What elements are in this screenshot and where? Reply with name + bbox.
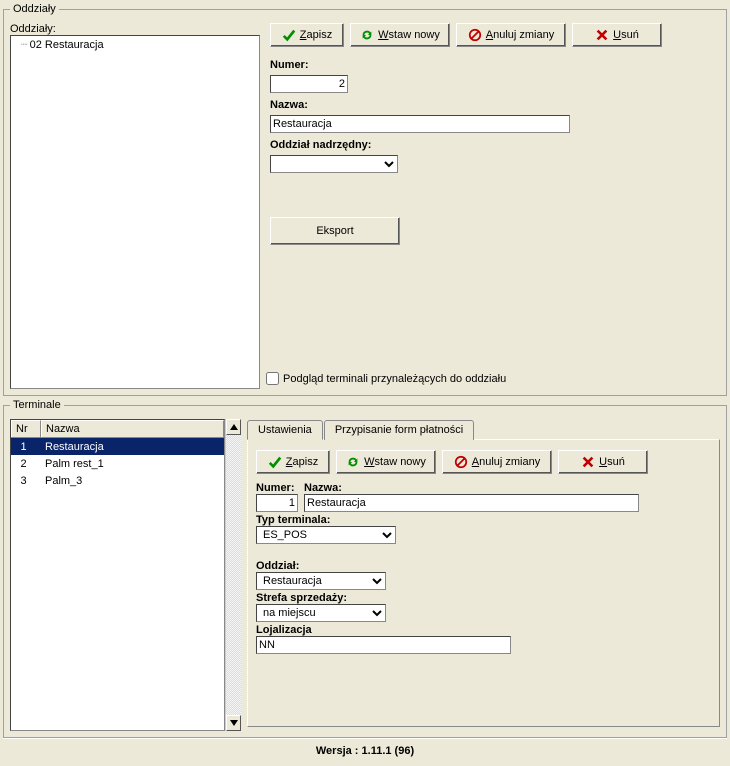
typ-terminala-label: Typ terminala: xyxy=(256,514,711,526)
zapisz-label: Zapisz xyxy=(300,29,332,41)
nazwa-label: Nazwa: xyxy=(270,99,720,111)
row-nazwa: Restauracja xyxy=(41,441,224,453)
zapisz-button[interactable]: Zapisz xyxy=(270,23,344,47)
oddzialy-group: Oddziały Oddziały: ┈ 02 Restauracja xyxy=(3,3,727,396)
terminale-list[interactable]: Nr Nazwa 1Restauracja2Palm rest_13Palm_3 xyxy=(10,419,225,731)
typ-terminala-select[interactable]: ES_POS xyxy=(256,526,396,544)
term-numer-input[interactable] xyxy=(256,494,298,512)
wstaw-nowy-button[interactable]: Wstaw nowy xyxy=(350,23,450,47)
table-row[interactable]: 1Restauracja xyxy=(11,438,224,455)
cancel-icon xyxy=(454,455,468,469)
term-oddzial-label: Oddział: xyxy=(256,560,711,572)
row-nazwa: Palm rest_1 xyxy=(41,458,224,470)
nazwa-input[interactable] xyxy=(270,115,570,133)
row-nazwa: Palm_3 xyxy=(41,475,224,487)
wstaw-label: Wstaw nowy xyxy=(378,29,440,41)
usun-label: Usuń xyxy=(613,29,639,41)
numer-input[interactable] xyxy=(270,75,348,93)
row-nr: 1 xyxy=(11,441,41,453)
term-oddzial-select[interactable]: Restauracja xyxy=(256,572,386,590)
scroll-track[interactable] xyxy=(226,435,241,715)
lojalizacja-input[interactable] xyxy=(256,636,511,654)
delete-icon xyxy=(595,28,609,42)
tree-item-label: 02 Restauracja xyxy=(30,39,104,51)
eksport-label: Eksport xyxy=(316,225,353,237)
term-numer-label: Numer: xyxy=(256,482,298,494)
term-nazwa-input[interactable] xyxy=(304,494,639,512)
numer-label: Numer: xyxy=(270,59,720,71)
table-row[interactable]: 3Palm_3 xyxy=(11,472,224,489)
usun-button[interactable]: Usuń xyxy=(572,23,662,47)
tree-connector-icon: ┈ xyxy=(21,38,27,51)
anuluj-zmiany-button[interactable]: Anuluj zmiany xyxy=(456,23,566,47)
tab-ustawienia[interactable]: Ustawienia xyxy=(247,420,323,440)
row-nr: 2 xyxy=(11,458,41,470)
anuluj-label: Anuluj zmiany xyxy=(486,29,554,41)
list-scrollbar[interactable] xyxy=(225,419,241,731)
podglad-label: Podgląd terminali przynależących do oddz… xyxy=(283,373,506,385)
chevron-down-icon xyxy=(230,720,238,726)
term-zapisz-button[interactable]: Zapisz xyxy=(256,450,330,474)
refresh-icon xyxy=(346,455,360,469)
term-anuluj-button[interactable]: Anuluj zmiany xyxy=(442,450,552,474)
tree-item-restauracja[interactable]: ┈ 02 Restauracja xyxy=(13,38,257,51)
scroll-up-button[interactable] xyxy=(226,419,241,435)
term-wstaw-button[interactable]: Wstaw nowy xyxy=(336,450,436,474)
check-icon xyxy=(268,455,282,469)
tab-panel-ustawienia: Zapisz Wstaw nowy Anuluj z xyxy=(247,439,720,727)
terminale-group: Terminale Nr Nazwa 1Restauracja2Palm res… xyxy=(3,399,727,738)
scroll-down-button[interactable] xyxy=(226,715,241,731)
nadrzedny-label: Oddział nadrzędny: xyxy=(270,139,720,151)
tab-przypisanie[interactable]: Przypisanie form płatności xyxy=(324,420,474,440)
table-row[interactable]: 2Palm rest_1 xyxy=(11,455,224,472)
col-header-nazwa[interactable]: Nazwa xyxy=(41,420,224,437)
strefa-label: Strefa sprzedaży: xyxy=(256,592,711,604)
delete-icon xyxy=(581,455,595,469)
version-label: Wersja : 1.11.1 (96) xyxy=(3,738,727,763)
oddzialy-legend: Oddziały xyxy=(10,3,59,15)
term-usun-button[interactable]: Usuń xyxy=(558,450,648,474)
chevron-up-icon xyxy=(230,424,238,430)
row-nr: 3 xyxy=(11,475,41,487)
nadrzedny-select[interactable] xyxy=(270,155,398,173)
cancel-icon xyxy=(468,28,482,42)
strefa-select[interactable]: na miejscu xyxy=(256,604,386,622)
eksport-button[interactable]: Eksport xyxy=(270,217,400,245)
oddzialy-tree[interactable]: ┈ 02 Restauracja xyxy=(10,35,260,389)
refresh-icon xyxy=(360,28,374,42)
lojalizacja-label: Lojalizacja xyxy=(256,624,711,636)
col-header-nr[interactable]: Nr xyxy=(11,420,41,437)
podglad-checkbox[interactable] xyxy=(266,372,279,385)
term-nazwa-label: Nazwa: xyxy=(304,482,711,494)
tree-label: Oddziały: xyxy=(10,23,260,35)
terminale-legend: Terminale xyxy=(10,399,64,411)
check-icon xyxy=(282,28,296,42)
